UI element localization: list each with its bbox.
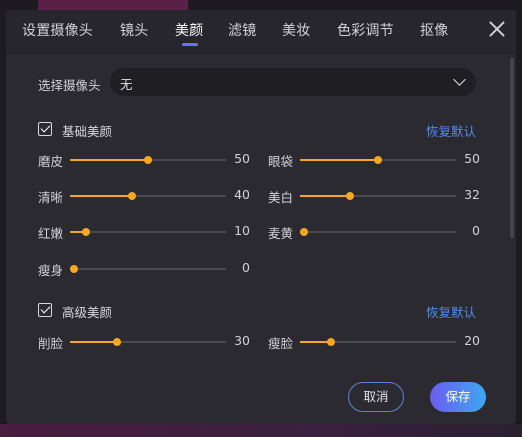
param-value-eyebag: 50 — [464, 151, 480, 166]
advanced-beauty-title: 高级美颜 — [62, 305, 113, 320]
check-icon — [40, 303, 50, 314]
close-icon[interactable] — [486, 18, 508, 40]
slider-rosy[interactable] — [70, 228, 226, 236]
advanced-beauty-checkbox[interactable] — [38, 303, 52, 317]
tab-makeup[interactable]: 美妆 — [282, 20, 310, 40]
param-value-face-cut: 30 — [234, 333, 250, 348]
param-label-face-cut: 削脸 — [38, 336, 64, 351]
check-icon — [40, 122, 50, 133]
beauty-panel: 选择摄像头 无 基础美颜 恢复默认 磨皮 50 眼袋 50 清晰 40 美白 3… — [6, 54, 506, 424]
tab-color-adjust[interactable]: 色彩调节 — [337, 20, 394, 40]
save-button[interactable]: 保存 — [430, 382, 486, 412]
slider-thumb[interactable] — [70, 265, 78, 273]
camera-select[interactable]: 无 — [110, 68, 476, 96]
tab-beauty[interactable]: 美颜 — [175, 20, 203, 40]
background-bottom — [0, 424, 522, 437]
slider-thumb[interactable] — [81, 228, 90, 236]
slider-thumb[interactable] — [144, 156, 152, 164]
param-label-rosy: 红嫩 — [38, 226, 64, 241]
advanced-reset-link[interactable]: 恢复默认 — [426, 302, 476, 321]
panel-scrollbar[interactable] — [510, 58, 514, 238]
slider-thumb[interactable] — [128, 192, 137, 200]
slider-fill — [70, 159, 148, 161]
active-tab-indicator — [182, 43, 198, 46]
param-label-eyebag: 眼袋 — [268, 154, 294, 169]
camera-select-label: 选择摄像头 — [38, 78, 101, 93]
slider-clarity[interactable] — [70, 192, 226, 200]
chevron-down-icon — [453, 73, 466, 86]
param-value-rosy: 10 — [234, 223, 250, 238]
camera-select-value: 无 — [120, 77, 133, 92]
slider-whiten[interactable] — [300, 192, 456, 200]
slider-thumb[interactable] — [112, 338, 121, 346]
slider-face-slim[interactable] — [300, 338, 456, 346]
param-label-slim-body: 瘦身 — [38, 263, 64, 278]
tab-lens[interactable]: 镜头 — [120, 20, 148, 40]
basic-beauty-checkbox[interactable] — [38, 122, 52, 136]
param-value-smooth: 50 — [234, 151, 250, 166]
slider-slim-body[interactable] — [70, 265, 226, 273]
param-value-whiten: 32 — [464, 187, 480, 202]
param-label-whiten: 美白 — [268, 190, 294, 205]
slider-fill — [70, 341, 117, 343]
slider-face-cut[interactable] — [70, 338, 226, 346]
param-label-clarity: 清晰 — [38, 190, 64, 205]
slider-fill — [300, 159, 378, 161]
slider-eyebag[interactable] — [300, 156, 456, 164]
tab-camera-settings[interactable]: 设置摄像头 — [22, 20, 93, 40]
param-label-smooth: 磨皮 — [38, 154, 64, 169]
slider-thumb[interactable] — [345, 192, 354, 200]
tab-matting[interactable]: 抠像 — [420, 20, 448, 40]
cancel-button[interactable]: 取消 — [348, 382, 404, 412]
tab-bar: 设置摄像头 镜头 美颜 滤镜 美妆 色彩调节 抠像 — [6, 10, 516, 54]
tab-filter[interactable]: 滤镜 — [228, 20, 256, 40]
slider-thumb[interactable] — [374, 156, 382, 164]
param-label-tan: 麦黄 — [268, 226, 294, 241]
basic-reset-link[interactable]: 恢复默认 — [426, 121, 476, 140]
slider-thumb[interactable] — [327, 338, 336, 346]
background-accent — [38, 0, 188, 10]
slider-fill — [70, 195, 133, 197]
slider-thumb[interactable] — [300, 228, 308, 236]
slider-fill — [300, 195, 350, 197]
param-value-face-slim: 20 — [464, 333, 480, 348]
param-value-slim-body: 0 — [242, 260, 250, 275]
param-value-tan: 0 — [472, 223, 480, 238]
basic-beauty-title: 基础美颜 — [62, 124, 113, 139]
param-label-face-slim: 瘦脸 — [268, 336, 294, 351]
param-value-clarity: 40 — [234, 187, 250, 202]
beauty-settings-dialog: 设置摄像头 镜头 美颜 滤镜 美妆 色彩调节 抠像 选择摄像头 无 基础美颜 恢… — [6, 10, 516, 424]
slider-tan[interactable] — [300, 228, 456, 236]
slider-smooth[interactable] — [70, 156, 226, 164]
